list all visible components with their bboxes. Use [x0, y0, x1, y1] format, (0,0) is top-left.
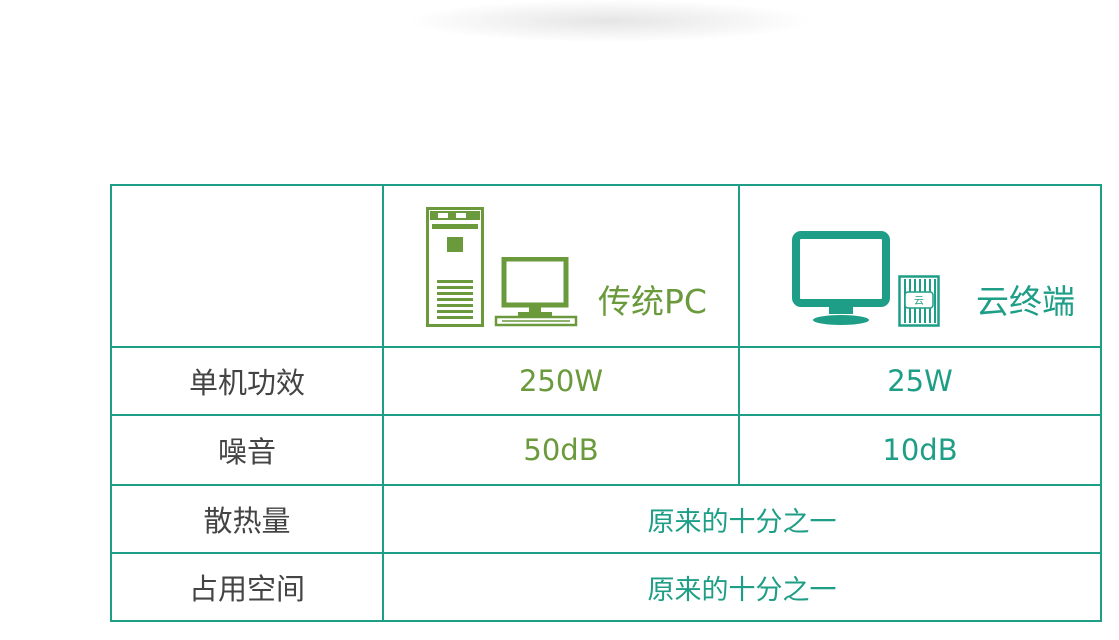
table-row: 占用空间 原来的十分之一 [110, 552, 1102, 622]
row-label: 占用空间 [110, 552, 384, 622]
table-row: 单机功效 250W 25W [110, 346, 1102, 416]
header-cloud-cell: 云 云终端 [738, 184, 1102, 348]
table-header-row: 传统PC 云 云终端 [110, 184, 1102, 348]
table-row: 散热量 原来的十分之一 [110, 484, 1102, 554]
cloud-column-title: 云终端 [976, 282, 1075, 321]
cloud-box-logo: 云 [914, 296, 924, 307]
pc-column-title: 传统PC [598, 282, 707, 321]
pc-value: 50dB [382, 414, 740, 486]
cloud-value: 25W [738, 346, 1102, 416]
row-label: 噪音 [110, 414, 384, 486]
tower-pc-icon [426, 207, 484, 327]
monitor-icon [792, 231, 890, 325]
row-label: 散热量 [110, 484, 384, 554]
header-pc-cell: 传统PC [382, 184, 740, 348]
header-empty-cell [110, 184, 384, 348]
cloud-terminal-box-icon: 云 [898, 275, 940, 327]
top-shadow-decoration [410, 0, 810, 42]
cloud-value: 10dB [738, 414, 1102, 486]
row-label: 单机功效 [110, 346, 384, 416]
pc-value: 250W [382, 346, 740, 416]
shared-value: 原来的十分之一 [382, 484, 1102, 554]
shared-value: 原来的十分之一 [382, 552, 1102, 622]
table-row: 噪音 50dB 10dB [110, 414, 1102, 486]
comparison-table: 传统PC 云 云终端 单机功效 250W 25W 噪音 50dB 10dB 散热… [110, 184, 1102, 622]
monitor-keyboard-icon [494, 257, 578, 327]
